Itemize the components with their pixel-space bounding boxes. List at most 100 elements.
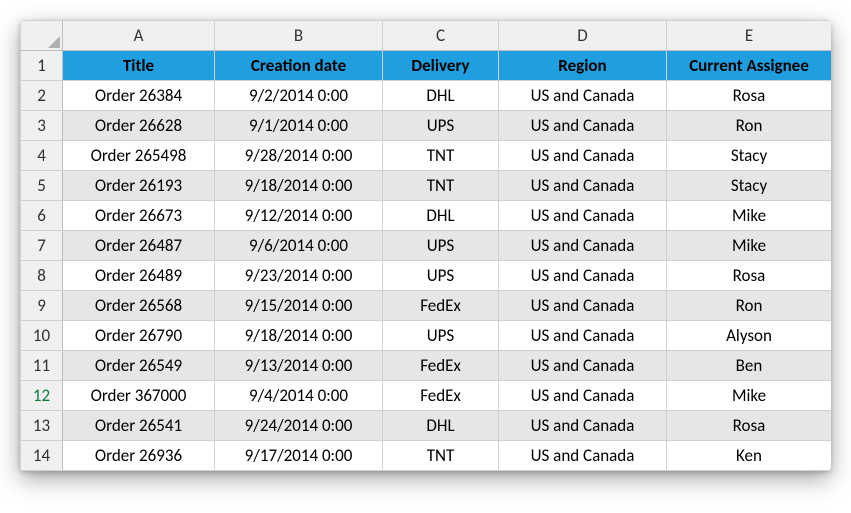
cell-region[interactable]: US and Canada — [499, 81, 667, 111]
row-header-11[interactable]: 11 — [21, 351, 63, 381]
cell-title[interactable]: Order 26489 — [63, 261, 215, 291]
table-row: 10 Order 26790 9/18/2014 0:00 UPS US and… — [21, 321, 832, 351]
cell-delivery[interactable]: DHL — [383, 201, 499, 231]
cell-date[interactable]: 9/2/2014 0:00 — [215, 81, 383, 111]
table-row: 6 Order 26673 9/12/2014 0:00 DHL US and … — [21, 201, 832, 231]
cell-title[interactable]: Order 26673 — [63, 201, 215, 231]
table-row: 13 Order 26541 9/24/2014 0:00 DHL US and… — [21, 411, 832, 441]
cell-delivery[interactable]: DHL — [383, 81, 499, 111]
row-header-5[interactable]: 5 — [21, 171, 63, 201]
cell-region[interactable]: US and Canada — [499, 231, 667, 261]
cell-region[interactable]: US and Canada — [499, 291, 667, 321]
col-header-D[interactable]: D — [499, 21, 667, 51]
cell-date[interactable]: 9/13/2014 0:00 — [215, 351, 383, 381]
cell-delivery[interactable]: FedEx — [383, 351, 499, 381]
cell-delivery[interactable]: UPS — [383, 321, 499, 351]
cell-date[interactable]: 9/18/2014 0:00 — [215, 321, 383, 351]
grid[interactable]: A B C D E 1 Title Creation date Delivery… — [20, 20, 831, 471]
cell-region[interactable]: US and Canada — [499, 261, 667, 291]
header-region[interactable]: Region — [499, 51, 667, 81]
table-row: 12 Order 367000 9/4/2014 0:00 FedEx US a… — [21, 381, 832, 411]
cell-title[interactable]: Order 26936 — [63, 441, 215, 471]
cell-assignee[interactable]: Mike — [667, 381, 832, 411]
row-header-14[interactable]: 14 — [21, 441, 63, 471]
table-row: 2 Order 26384 9/2/2014 0:00 DHL US and C… — [21, 81, 832, 111]
cell-assignee[interactable]: Ron — [667, 111, 832, 141]
header-delivery[interactable]: Delivery — [383, 51, 499, 81]
row-header-8[interactable]: 8 — [21, 261, 63, 291]
cell-region[interactable]: US and Canada — [499, 351, 667, 381]
row-header-13[interactable]: 13 — [21, 411, 63, 441]
row-header-6[interactable]: 6 — [21, 201, 63, 231]
cell-assignee[interactable]: Rosa — [667, 411, 832, 441]
table-row: 3 Order 26628 9/1/2014 0:00 UPS US and C… — [21, 111, 832, 141]
cell-date[interactable]: 9/28/2014 0:00 — [215, 141, 383, 171]
cell-delivery[interactable]: DHL — [383, 411, 499, 441]
cell-date[interactable]: 9/12/2014 0:00 — [215, 201, 383, 231]
row-header-1[interactable]: 1 — [21, 51, 63, 81]
cell-date[interactable]: 9/15/2014 0:00 — [215, 291, 383, 321]
cell-region[interactable]: US and Canada — [499, 111, 667, 141]
row-header-10[interactable]: 10 — [21, 321, 63, 351]
cell-region[interactable]: US and Canada — [499, 381, 667, 411]
cell-assignee[interactable]: Stacy — [667, 171, 832, 201]
cell-title[interactable]: Order 26568 — [63, 291, 215, 321]
row-header-9[interactable]: 9 — [21, 291, 63, 321]
row-header-3[interactable]: 3 — [21, 111, 63, 141]
cell-title[interactable]: Order 26628 — [63, 111, 215, 141]
cell-assignee[interactable]: Rosa — [667, 81, 832, 111]
cell-date[interactable]: 9/6/2014 0:00 — [215, 231, 383, 261]
cell-delivery[interactable]: TNT — [383, 171, 499, 201]
cell-title[interactable]: Order 26549 — [63, 351, 215, 381]
cell-assignee[interactable]: Rosa — [667, 261, 832, 291]
cell-title[interactable]: Order 367000 — [63, 381, 215, 411]
cell-title[interactable]: Order 26193 — [63, 171, 215, 201]
cell-title[interactable]: Order 265498 — [63, 141, 215, 171]
cell-region[interactable]: US and Canada — [499, 441, 667, 471]
cell-assignee[interactable]: Stacy — [667, 141, 832, 171]
header-creation-date[interactable]: Creation date — [215, 51, 383, 81]
cell-delivery[interactable]: UPS — [383, 261, 499, 291]
cell-date[interactable]: 9/17/2014 0:00 — [215, 441, 383, 471]
cell-delivery[interactable]: FedEx — [383, 381, 499, 411]
cell-title[interactable]: Order 26384 — [63, 81, 215, 111]
cell-delivery[interactable]: FedEx — [383, 291, 499, 321]
row-header-12[interactable]: 12 — [21, 381, 63, 411]
col-header-B[interactable]: B — [215, 21, 383, 51]
header-title[interactable]: Title — [63, 51, 215, 81]
header-assignee[interactable]: Current Assignee — [667, 51, 832, 81]
cell-date[interactable]: 9/1/2014 0:00 — [215, 111, 383, 141]
spreadsheet[interactable]: A B C D E 1 Title Creation date Delivery… — [20, 20, 831, 471]
select-all-corner[interactable] — [21, 21, 63, 51]
cell-title[interactable]: Order 26541 — [63, 411, 215, 441]
cell-assignee[interactable]: Ben — [667, 351, 832, 381]
cell-region[interactable]: US and Canada — [499, 321, 667, 351]
cell-delivery[interactable]: TNT — [383, 441, 499, 471]
cell-delivery[interactable]: UPS — [383, 111, 499, 141]
row-header-7[interactable]: 7 — [21, 231, 63, 261]
cell-delivery[interactable]: TNT — [383, 141, 499, 171]
cell-date[interactable]: 9/4/2014 0:00 — [215, 381, 383, 411]
table-header-row: 1 Title Creation date Delivery Region Cu… — [21, 51, 832, 81]
cell-assignee[interactable]: Ken — [667, 441, 832, 471]
row-header-2[interactable]: 2 — [21, 81, 63, 111]
cell-region[interactable]: US and Canada — [499, 201, 667, 231]
cell-region[interactable]: US and Canada — [499, 411, 667, 441]
cell-title[interactable]: Order 26487 — [63, 231, 215, 261]
table-row: 5 Order 26193 9/18/2014 0:00 TNT US and … — [21, 171, 832, 201]
col-header-C[interactable]: C — [383, 21, 499, 51]
cell-delivery[interactable]: UPS — [383, 231, 499, 261]
cell-date[interactable]: 9/24/2014 0:00 — [215, 411, 383, 441]
row-header-4[interactable]: 4 — [21, 141, 63, 171]
cell-date[interactable]: 9/18/2014 0:00 — [215, 171, 383, 201]
cell-title[interactable]: Order 26790 — [63, 321, 215, 351]
cell-region[interactable]: US and Canada — [499, 141, 667, 171]
cell-assignee[interactable]: Alyson — [667, 321, 832, 351]
col-header-A[interactable]: A — [63, 21, 215, 51]
col-header-E[interactable]: E — [667, 21, 832, 51]
cell-assignee[interactable]: Mike — [667, 231, 832, 261]
cell-assignee[interactable]: Mike — [667, 201, 832, 231]
cell-region[interactable]: US and Canada — [499, 171, 667, 201]
cell-assignee[interactable]: Ron — [667, 291, 832, 321]
cell-date[interactable]: 9/23/2014 0:00 — [215, 261, 383, 291]
